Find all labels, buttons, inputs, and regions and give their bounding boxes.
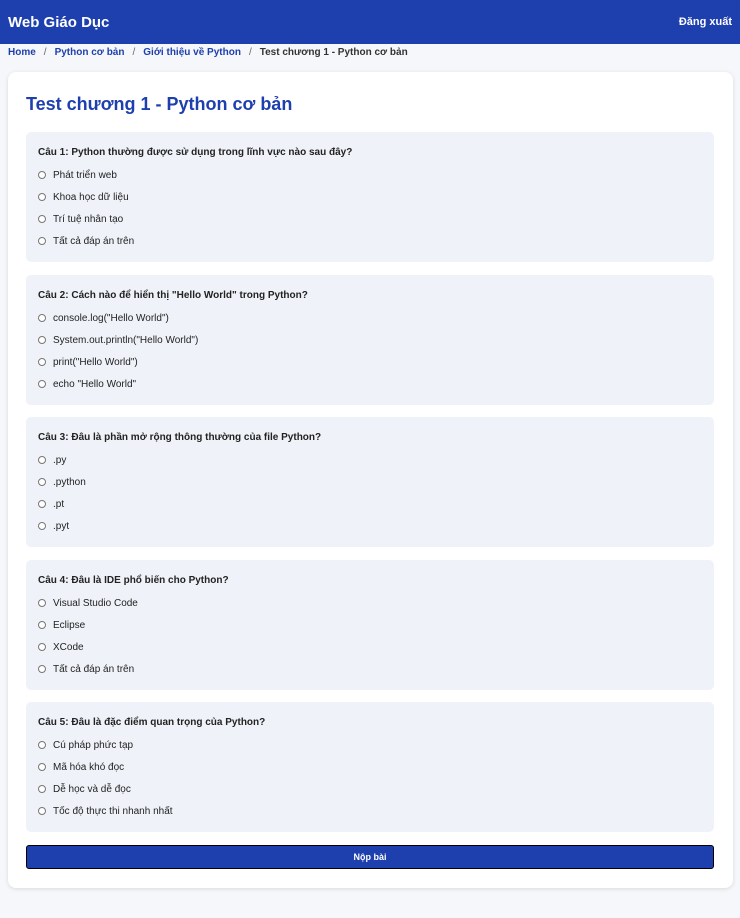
question-text: Câu 4: Đâu là IDE phổ biến cho Python? (38, 575, 229, 586)
question-block: Câu 5: Đâu là đặc điểm quan trọng của Py… (26, 702, 714, 832)
answer-option-label: Khoa học dữ liệu (53, 191, 129, 203)
answer-option[interactable]: .pyt (38, 519, 69, 533)
radio-button[interactable] (38, 380, 46, 388)
quiz-card: Test chương 1 - Python cơ bản Câu 1: Pyt… (8, 72, 733, 888)
answer-option[interactable]: Cú pháp phức tạp (38, 738, 133, 752)
answer-option-label: Tất cả đáp án trên (53, 663, 135, 675)
question-text: Câu 2: Cách nào để hiển thị "Hello World… (38, 290, 308, 301)
answer-option-label: .pt (53, 498, 65, 510)
answer-option[interactable]: Visual Studio Code (38, 596, 138, 610)
question-number: Câu 3: (38, 432, 69, 443)
question-prompt: Python thường được sử dụng trong lĩnh vự… (71, 147, 353, 158)
answer-option[interactable]: Tất cả đáp án trên (38, 662, 134, 676)
question-prompt: Đâu là phần mở rộng thông thường của fil… (71, 432, 322, 443)
breadcrumb-lesson[interactable]: Giới thiệu về Python (143, 47, 241, 58)
radio-button[interactable] (38, 193, 46, 201)
breadcrumb-separator: / (132, 46, 136, 58)
answer-option[interactable]: Phát triển web (38, 168, 117, 182)
question-text: Câu 1: Python thường được sử dụng trong … (38, 147, 352, 158)
answer-option-label: Tất cả đáp án trên (53, 235, 135, 247)
question-block: Câu 3: Đâu là phần mở rộng thông thường … (26, 417, 714, 547)
radio-button[interactable] (38, 237, 46, 245)
radio-button[interactable] (38, 785, 46, 793)
top-navbar: Web Giáo Dục Đăng xuất (0, 0, 740, 44)
radio-button[interactable] (38, 599, 46, 607)
answer-option-label: console.log("Hello World") (53, 312, 169, 324)
answer-option[interactable]: print("Hello World") (38, 355, 138, 369)
brand-logo[interactable]: Web Giáo Dục (8, 14, 109, 31)
answer-option[interactable]: Trí tuệ nhân tạo (38, 212, 123, 226)
question-number: Câu 2: (38, 290, 69, 301)
radio-button[interactable] (38, 643, 46, 651)
answer-option-label: Eclipse (53, 619, 86, 631)
question-text: Câu 5: Đâu là đặc điểm quan trọng của Py… (38, 717, 265, 728)
radio-button[interactable] (38, 500, 46, 508)
submit-button[interactable]: Nộp bài (26, 845, 714, 869)
answer-option[interactable]: Tốc độ thực thi nhanh nhất (38, 804, 173, 818)
question-prompt: Đâu là IDE phổ biến cho Python? (71, 575, 229, 586)
breadcrumb-separator: / (43, 46, 47, 58)
radio-button[interactable] (38, 314, 46, 322)
page-title: Test chương 1 - Python cơ bản (26, 94, 293, 114)
question-prompt: Đâu là đặc điểm quan trọng của Python? (71, 717, 266, 728)
answer-option[interactable]: Mã hóa khó đọc (38, 760, 124, 774)
radio-button[interactable] (38, 741, 46, 749)
answer-option-label: print("Hello World") (53, 356, 138, 368)
answer-option-label: .python (53, 476, 86, 488)
radio-button[interactable] (38, 336, 46, 344)
radio-button[interactable] (38, 215, 46, 223)
answer-option[interactable]: .py (38, 453, 66, 467)
question-block: Câu 2: Cách nào để hiển thị "Hello World… (26, 275, 714, 405)
question-block: Câu 1: Python thường được sử dụng trong … (26, 132, 714, 262)
answer-option[interactable]: Eclipse (38, 618, 85, 632)
question-number: Câu 1: (38, 147, 69, 158)
answer-option[interactable]: .python (38, 475, 86, 489)
answer-option-label: System.out.println("Hello World") (53, 334, 199, 346)
answer-option-label: Trí tuệ nhân tạo (53, 213, 124, 225)
radio-button[interactable] (38, 665, 46, 673)
radio-button[interactable] (38, 478, 46, 486)
answer-option[interactable]: XCode (38, 640, 84, 654)
radio-button[interactable] (38, 621, 46, 629)
answer-option-label: Mã hóa khó đọc (53, 761, 125, 773)
answer-option-label: Cú pháp phức tạp (53, 739, 134, 751)
question-prompt: Cách nào để hiển thị "Hello World" trong… (71, 290, 308, 301)
answer-option[interactable]: Tất cả đáp án trên (38, 234, 134, 248)
answer-option-label: echo "Hello World" (53, 378, 137, 390)
breadcrumb-separator: / (248, 46, 252, 58)
answer-option-label: .py (53, 454, 67, 466)
answer-option-label: XCode (53, 641, 84, 653)
question-text: Câu 3: Đâu là phần mở rộng thông thường … (38, 432, 321, 443)
answer-option[interactable]: Khoa học dữ liệu (38, 190, 129, 204)
question-block: Câu 4: Đâu là IDE phổ biến cho Python? Vi… (26, 560, 714, 690)
breadcrumb: Home / Python cơ bản / Giới thiệu về Pyt… (8, 45, 408, 59)
radio-button[interactable] (38, 807, 46, 815)
question-number: Câu 4: (38, 575, 69, 586)
radio-button[interactable] (38, 522, 46, 530)
question-number: Câu 5: (38, 717, 69, 728)
logout-link[interactable]: Đăng xuất (679, 16, 732, 28)
radio-button[interactable] (38, 358, 46, 366)
radio-button[interactable] (38, 763, 46, 771)
answer-option[interactable]: Dễ học và dễ đọc (38, 782, 131, 796)
answer-option[interactable]: echo "Hello World" (38, 377, 136, 391)
answer-option[interactable]: console.log("Hello World") (38, 311, 169, 325)
radio-button[interactable] (38, 171, 46, 179)
answer-option-label: Visual Studio Code (53, 597, 138, 609)
breadcrumb-course[interactable]: Python cơ bản (55, 47, 125, 58)
answer-option-label: Phát triển web (53, 169, 117, 181)
breadcrumb-current: Test chương 1 - Python cơ bản (259, 46, 408, 58)
answer-option[interactable]: System.out.println("Hello World") (38, 333, 198, 347)
answer-option-label: Dễ học và dễ đọc (53, 783, 131, 795)
answer-option[interactable]: .pt (38, 497, 64, 511)
answer-option-label: Tốc độ thực thi nhanh nhất (53, 805, 173, 817)
breadcrumb-home[interactable]: Home (8, 47, 36, 58)
radio-button[interactable] (38, 456, 46, 464)
answer-option-label: .pyt (53, 520, 70, 532)
